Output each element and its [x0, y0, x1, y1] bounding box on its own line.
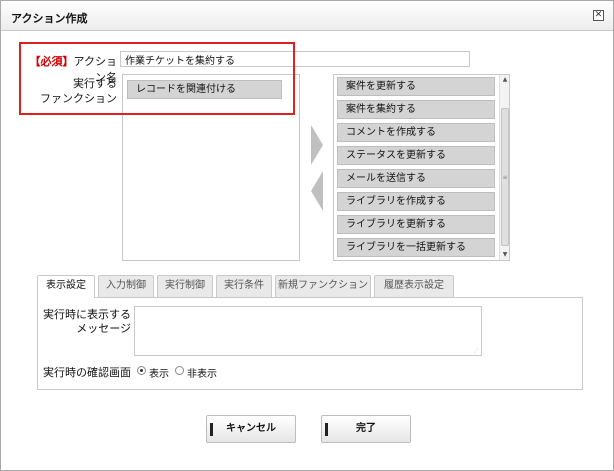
cancel-button[interactable]: キャンセル [206, 415, 296, 443]
arrow-right-icon[interactable] [311, 125, 323, 165]
arrow-left-icon[interactable] [311, 171, 323, 211]
message-textarea[interactable]: ⋰ [134, 306, 482, 356]
available-functions-list[interactable]: 案件を更新する 案件を集約する コメントを作成する ステータスを更新する メール… [333, 74, 510, 261]
done-button-label: 完了 [356, 423, 376, 434]
radio-show-label: 表示 [149, 369, 169, 380]
highlight-box [19, 42, 295, 115]
available-function-item[interactable]: ライブラリを一括更新する [337, 238, 495, 257]
available-function-item[interactable]: ライブラリを更新する [337, 215, 495, 234]
available-function-item[interactable]: 案件を集約する [337, 100, 495, 119]
function-list-scrollbar[interactable]: ▲ ≡ ▼ [499, 75, 509, 260]
available-function-item[interactable]: コメントを作成する [337, 123, 495, 142]
resize-grip-icon[interactable]: ⋰ [474, 348, 480, 354]
tab-history-display[interactable]: 履歴表示設定 [374, 275, 454, 297]
button-bar-icon [210, 423, 213, 436]
radio-hide-label: 非表示 [187, 369, 217, 380]
available-function-item[interactable]: ステータスを更新する [337, 146, 495, 165]
tab-execution-control[interactable]: 実行制御 [157, 275, 213, 297]
tab-display-settings[interactable]: 表示設定 [37, 275, 95, 298]
action-create-dialog: アクション作成 ✕ 【必須】アクション名 実行する ファンクション レコードを関… [0, 0, 614, 471]
cancel-button-label: キャンセル [226, 423, 276, 434]
close-icon[interactable]: ✕ [593, 10, 604, 21]
available-function-item[interactable]: ライブラリを作成する [337, 192, 495, 211]
available-function-item[interactable]: メールを送信する [337, 169, 495, 188]
radio-show[interactable] [137, 366, 146, 375]
scroll-thumb[interactable]: ≡ [501, 108, 509, 246]
confirm-screen-label: 実行時の確認画面 [43, 366, 131, 379]
tab-new-function[interactable]: 新規ファンクション [275, 275, 371, 297]
done-button[interactable]: 完了 [321, 415, 411, 443]
message-label-line2: メッセージ [76, 322, 131, 335]
tab-execution-conditions[interactable]: 実行条件 [216, 275, 272, 297]
available-function-item[interactable]: 案件を更新する [337, 77, 495, 96]
button-bar-icon [325, 423, 328, 436]
tab-input-control[interactable]: 入力制御 [98, 275, 154, 297]
dialog-title: アクション作成 [11, 12, 88, 25]
scroll-down-icon[interactable]: ▼ [500, 250, 509, 260]
message-label-line1: 実行時に表示する [43, 308, 131, 321]
message-label: 実行時に表示する メッセージ [42, 308, 131, 336]
radio-hide[interactable] [175, 366, 184, 375]
scroll-up-icon[interactable]: ▲ [500, 75, 509, 85]
dialog-titlebar: アクション作成 ✕ [1, 1, 613, 31]
display-settings-panel: 実行時に表示する メッセージ ⋰ 実行時の確認画面 表示 非表示 [37, 297, 583, 390]
